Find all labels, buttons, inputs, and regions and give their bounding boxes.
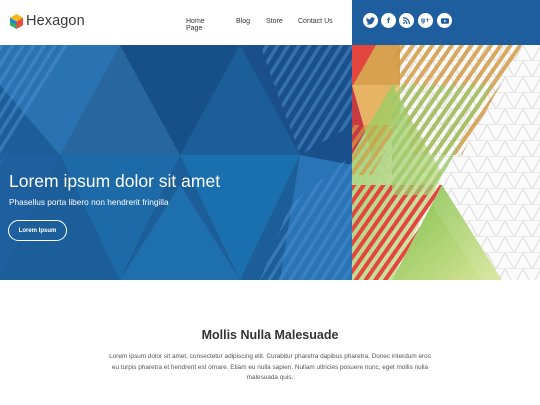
hero-title: Lorem ipsum dolor sit amet (9, 171, 221, 191)
section-text: Lorem ipsum dolor sit amet, consectetur … (109, 353, 431, 381)
hexagon-logo-icon (10, 13, 23, 29)
youtube-play-icon (440, 17, 449, 24)
twitter-bird-icon (366, 16, 375, 25)
hero-cta-button[interactable]: Lorem Ipsum (8, 220, 67, 241)
hero-subtitle: Phasellus porta libero non hendrerit fri… (9, 197, 169, 207)
rss-feed-icon (403, 17, 410, 24)
nav-blog[interactable]: Blog (236, 18, 250, 25)
hero-banner: Lorem ipsum dolor sit amet Phasellus por… (0, 45, 352, 280)
nav-home-page[interactable]: Home Page (186, 18, 205, 32)
section-title: Mollis Nulla Malesuade (201, 328, 339, 342)
twitter-icon[interactable] (363, 13, 378, 28)
site-header: Hexagon Home Page Blog Store Contact Us … (0, 0, 540, 45)
nav-store[interactable]: Store (266, 18, 283, 25)
site-logo[interactable]: Hexagon (10, 13, 85, 29)
brand-name: Hexagon (26, 13, 85, 29)
youtube-icon[interactable] (437, 13, 452, 28)
google-plus-icon[interactable]: g+ (418, 13, 433, 28)
hero-geometric-background (0, 45, 352, 280)
google-plus-glyph: g+ (420, 17, 431, 24)
facebook-icon[interactable]: f (381, 13, 396, 28)
rss-icon[interactable] (399, 13, 414, 28)
social-bar: f g+ (352, 0, 540, 45)
geometric-triangles-artwork (352, 45, 540, 280)
facebook-glyph: f (386, 16, 391, 25)
nav-contact-us[interactable]: Contact Us (298, 18, 333, 25)
hero-side-artwork (352, 45, 540, 280)
